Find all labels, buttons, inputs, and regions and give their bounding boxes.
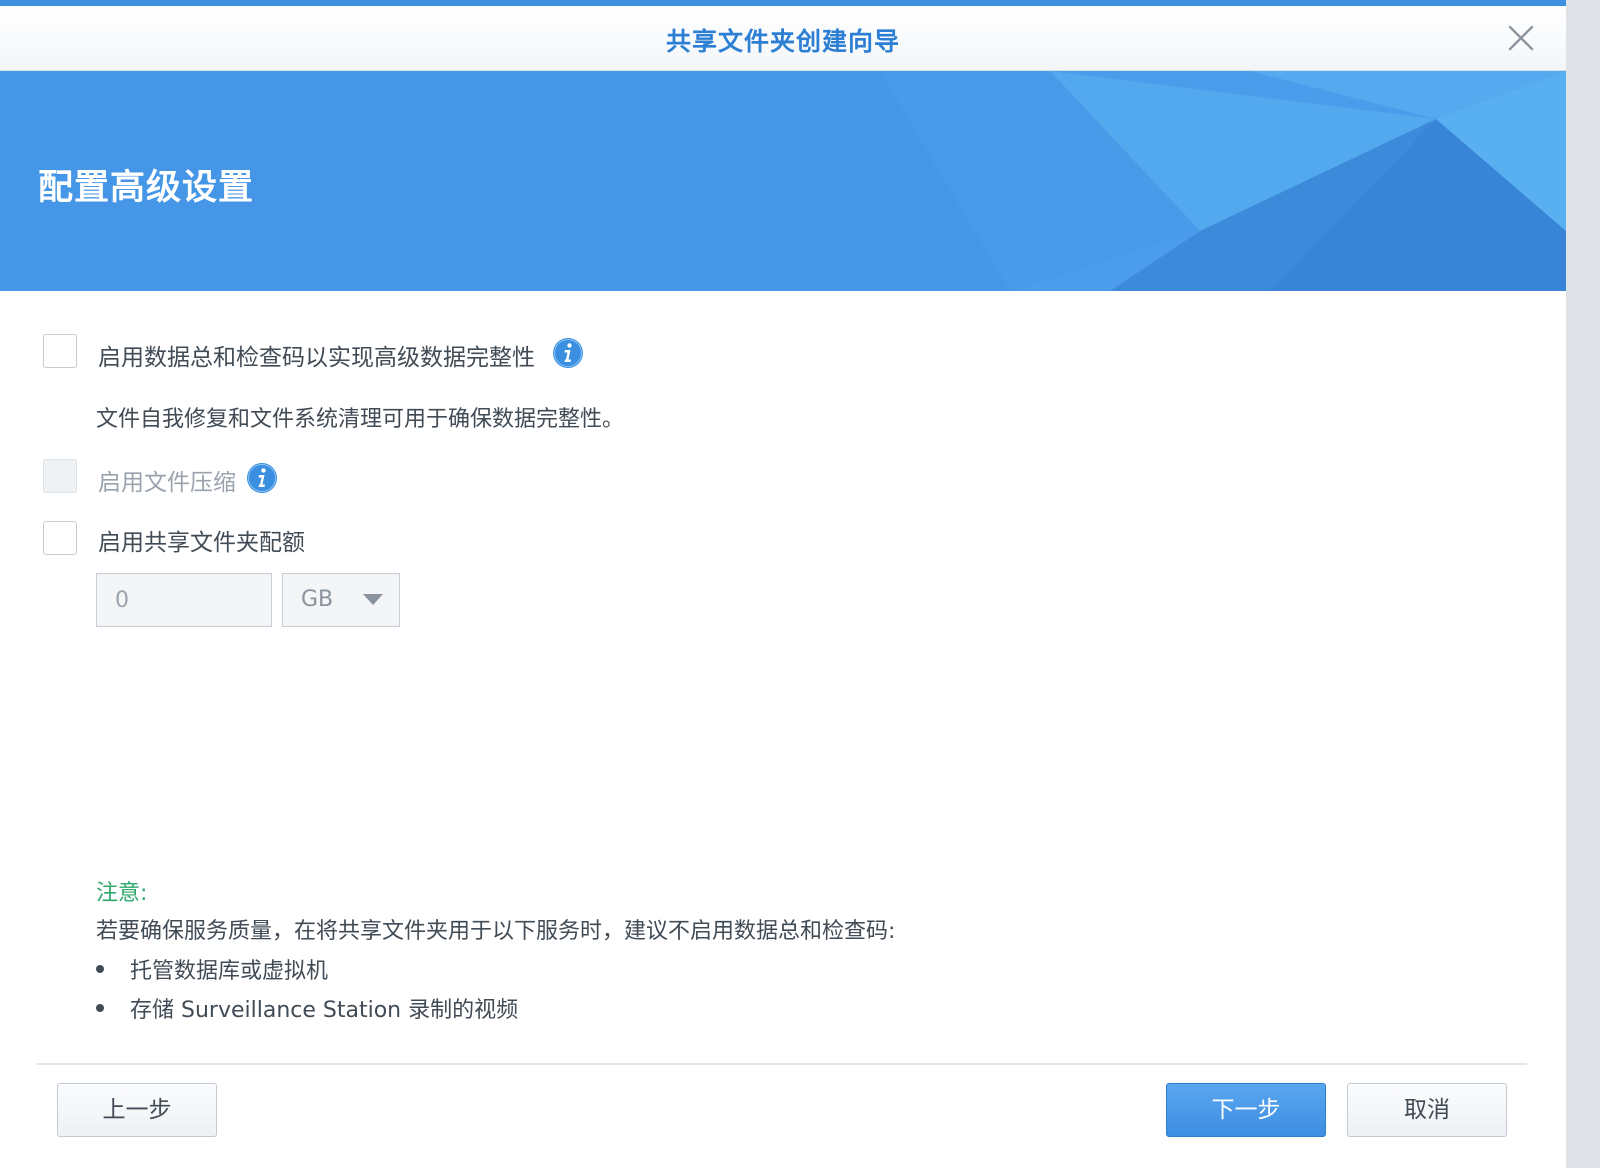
bullet-icon	[96, 965, 104, 973]
compression-info-icon[interactable]	[246, 462, 278, 494]
quota-unit-value: GB	[301, 587, 334, 612]
quota-label: 启用共享文件夹配额	[98, 530, 305, 556]
page-heading: 配置高级设置	[38, 168, 255, 208]
close-button[interactable]	[1506, 23, 1536, 53]
quota-unit-select[interactable]: GB	[282, 573, 400, 627]
cancel-button[interactable]: 取消	[1347, 1083, 1507, 1137]
back-button[interactable]: 上一步	[57, 1083, 217, 1137]
note-text: 若要确保服务质量，在将共享文件夹用于以下服务时，建议不启用数据总和检查码:	[96, 919, 896, 944]
chevron-down-icon	[363, 594, 383, 605]
title-bar: 共享文件夹创建向导	[0, 6, 1566, 71]
note-title: 注意:	[96, 881, 148, 906]
checksum-checkbox[interactable]	[43, 334, 77, 368]
settings-panel: 启用数据总和检查码以实现高级数据完整性 文件自我修复和文件系统清理可用于确保数据…	[0, 291, 1566, 1061]
window-title: 共享文件夹创建向导	[665, 27, 900, 56]
next-button[interactable]: 下一步	[1166, 1083, 1326, 1137]
list-item-text: 托管数据库或虚拟机	[130, 959, 329, 984]
footer-divider	[37, 1063, 1527, 1065]
checksum-info-icon[interactable]	[552, 337, 584, 369]
compression-label: 启用文件压缩	[98, 470, 236, 496]
compression-checkbox	[43, 459, 77, 493]
quota-size-input[interactable]: 0	[96, 573, 272, 627]
list-item-text: 存储 Surveillance Station 录制的视频	[130, 998, 519, 1023]
wizard-window: 共享文件夹创建向导 配置高级设置 启用数据总和检查码以实现高级数据完整性 文件自…	[0, 0, 1566, 1168]
checksum-label: 启用数据总和检查码以实现高级数据完整性	[98, 345, 535, 371]
header-banner: 配置高级设置	[0, 71, 1566, 291]
checksum-description: 文件自我修复和文件系统清理可用于确保数据完整性。	[96, 407, 625, 432]
bullet-icon	[96, 1004, 104, 1012]
close-icon	[1508, 25, 1534, 51]
quota-checkbox[interactable]	[43, 521, 77, 555]
